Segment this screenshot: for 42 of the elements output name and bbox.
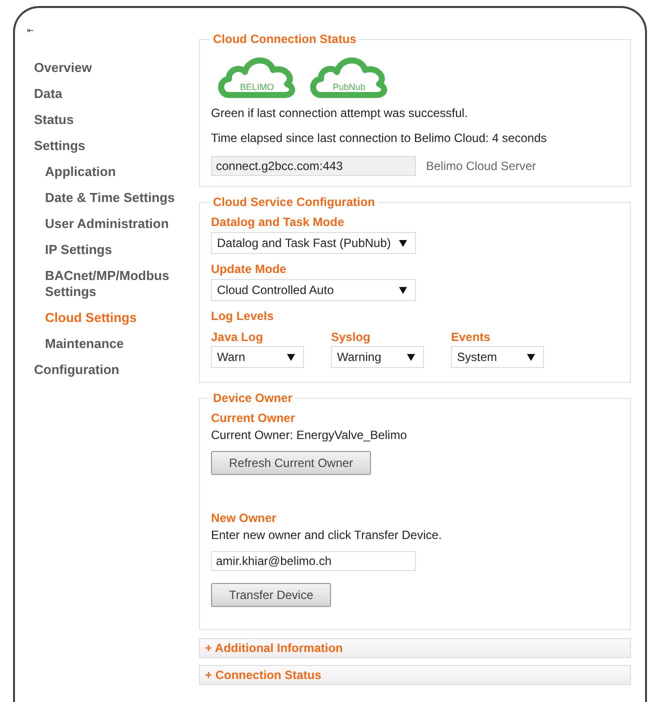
sidebar-item[interactable]: Maintenance bbox=[27, 336, 185, 352]
field-label: Datalog and Task Mode bbox=[211, 215, 344, 229]
current-owner-text: Current Owner: EnergyValve_Belimo bbox=[211, 428, 407, 442]
sidebar-item[interactable]: Date & Time Settings bbox=[27, 190, 185, 206]
field-label: Update Mode bbox=[211, 262, 286, 276]
field-label: Events bbox=[451, 330, 492, 344]
elapsed-time-text: Time elapsed since last connection to Belimo Cloud: 4 seconds bbox=[211, 131, 547, 145]
log-level-dropdown[interactable]: Warning bbox=[331, 346, 424, 368]
caret-icon bbox=[287, 353, 295, 361]
server-field[interactable]: connect.g2bcc.com:443 bbox=[211, 156, 416, 176]
field-label: Current Owner bbox=[211, 411, 296, 425]
log-level-dropdown[interactable]: System bbox=[451, 346, 544, 368]
section-title: Cloud Service Configuration bbox=[212, 195, 376, 209]
sidebar-item[interactable]: BACnet/MP/Modbus Settings bbox=[27, 268, 185, 300]
sidebar-item[interactable]: User Administration bbox=[27, 216, 185, 232]
server-label: Belimo Cloud Server bbox=[426, 159, 536, 173]
caret-icon bbox=[399, 286, 407, 294]
sidebar-item[interactable]: Configuration bbox=[27, 362, 185, 378]
caret-icon bbox=[527, 353, 535, 361]
field-label: Syslog bbox=[331, 330, 372, 344]
section-title: Device Owner bbox=[212, 391, 294, 405]
section-title: Cloud Connection Status bbox=[212, 32, 358, 46]
refresh-owner-button[interactable]: Refresh Current Owner bbox=[211, 451, 372, 475]
collapse-icon[interactable]: ⇤ bbox=[27, 26, 37, 35]
sidebar-item[interactable]: Data bbox=[27, 86, 185, 102]
field-label: Java Log bbox=[211, 330, 264, 344]
new-owner-field[interactable]: amir.khiar@belimo.ch bbox=[211, 551, 416, 571]
status-note: Green if last connection attempt was successful. bbox=[211, 106, 468, 120]
sidebar-item[interactable]: Status bbox=[27, 112, 185, 128]
sidebar-item[interactable]: IP Settings bbox=[27, 242, 185, 258]
caret-icon bbox=[399, 239, 407, 247]
update-mode-dropdown[interactable]: Cloud Controlled Auto bbox=[211, 279, 416, 301]
sidebar-item[interactable]: Application bbox=[27, 164, 185, 180]
instruction-text: Enter new owner and click Transfer Device. bbox=[211, 528, 442, 542]
sidebar-item[interactable]: Settings bbox=[27, 138, 185, 154]
log-level-dropdown[interactable]: Warn bbox=[211, 346, 304, 368]
datalog-mode-dropdown[interactable]: Datalog and Task Fast (PubNub) bbox=[211, 232, 416, 254]
field-label: Log Levels bbox=[211, 309, 274, 323]
sidebar-item[interactable]: Overview bbox=[27, 60, 185, 76]
field-label: New Owner bbox=[211, 511, 276, 525]
caret-icon bbox=[407, 353, 415, 361]
transfer-device-button[interactable]: Transfer Device bbox=[211, 583, 332, 607]
